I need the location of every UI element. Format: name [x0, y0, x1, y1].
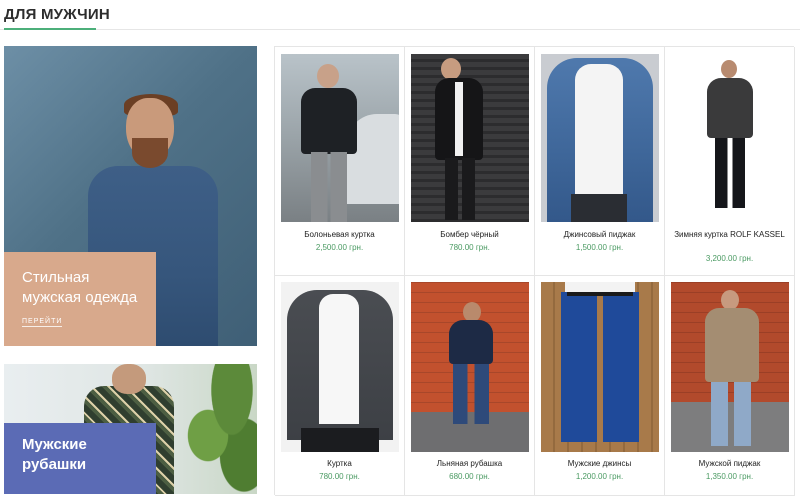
product-price: 3,200.00 грн. — [705, 254, 754, 263]
product-name[interactable]: Льняная рубашка — [409, 458, 530, 469]
product-name[interactable]: Мужские джинсы — [539, 458, 660, 469]
model-head — [112, 364, 146, 394]
promo-title-line1: Мужские — [22, 436, 87, 453]
product-card[interactable]: Льняная рубашка 680.00 грн. — [405, 276, 535, 496]
product-card[interactable]: Мужские джинсы 1,200.00 грн. — [535, 276, 665, 496]
promo-banner-clothing[interactable]: Стильная мужская одежда ПЕРЕЙТИ — [4, 46, 257, 346]
product-price: 1,350.00 грн. — [705, 472, 754, 481]
product-card[interactable]: Мужской пиджак 1,350.00 грн. — [665, 276, 795, 496]
product-price: 780.00 грн. — [449, 243, 490, 252]
product-card[interactable]: Куртка 780.00 грн. — [275, 276, 405, 496]
promo-label: Мужские рубашки — [4, 423, 156, 494]
product-image[interactable] — [541, 282, 659, 452]
product-card[interactable]: Бомбер чёрный 780.00 грн. — [405, 47, 535, 276]
product-price: 680.00 грн. — [449, 472, 490, 481]
product-image[interactable] — [671, 282, 789, 452]
palm-leaves — [184, 364, 257, 494]
product-image[interactable] — [281, 54, 399, 222]
promo-label: Стильная мужская одежда ПЕРЕЙТИ — [4, 252, 156, 346]
product-image[interactable] — [671, 54, 789, 222]
title-underline — [4, 28, 96, 30]
promo-title: Мужские рубашки — [22, 435, 138, 475]
model-beard — [132, 138, 168, 168]
promo-title: Стильная мужская одежда — [22, 268, 138, 308]
promo-banner-shirts[interactable]: Мужские рубашки — [4, 364, 257, 494]
product-image[interactable] — [281, 282, 399, 452]
section-title: ДЛЯ МУЖЧИН — [4, 6, 110, 23]
promo-title-line1: Стильная — [22, 269, 90, 286]
product-name[interactable]: Джинсовый пиджак — [539, 229, 660, 240]
product-name[interactable]: Бомбер чёрный — [409, 229, 530, 240]
product-name[interactable]: Болоньевая куртка — [279, 229, 400, 240]
product-price: 2,500.00 грн. — [315, 243, 364, 252]
product-image[interactable] — [541, 54, 659, 222]
section-header: ДЛЯ МУЖЧИН — [0, 0, 800, 30]
promo-link-go[interactable]: ПЕРЕЙТИ — [22, 318, 63, 327]
product-price: 1,200.00 грн. — [575, 472, 624, 481]
product-card[interactable]: Зимняя куртка ROLF KASSEL 3,200.00 грн. — [665, 47, 795, 276]
product-grid: Болоньевая куртка 2,500.00 грн. Бомбер ч… — [274, 46, 795, 496]
product-name[interactable]: Мужской пиджак — [669, 458, 790, 469]
product-card[interactable]: Болоньевая куртка 2,500.00 грн. — [275, 47, 405, 276]
product-name[interactable]: Зимняя куртка ROLF KASSEL — [669, 229, 790, 240]
product-price: 780.00 грн. — [319, 472, 360, 481]
product-card[interactable]: Джинсовый пиджак 1,500.00 грн. — [535, 47, 665, 276]
promo-title-line2: мужская одежда — [22, 289, 138, 306]
product-image[interactable] — [411, 282, 529, 452]
product-name[interactable]: Куртка — [279, 458, 400, 469]
promo-title-line2: рубашки — [22, 456, 87, 473]
product-price: 1,500.00 грн. — [575, 243, 624, 252]
product-image[interactable] — [411, 54, 529, 222]
